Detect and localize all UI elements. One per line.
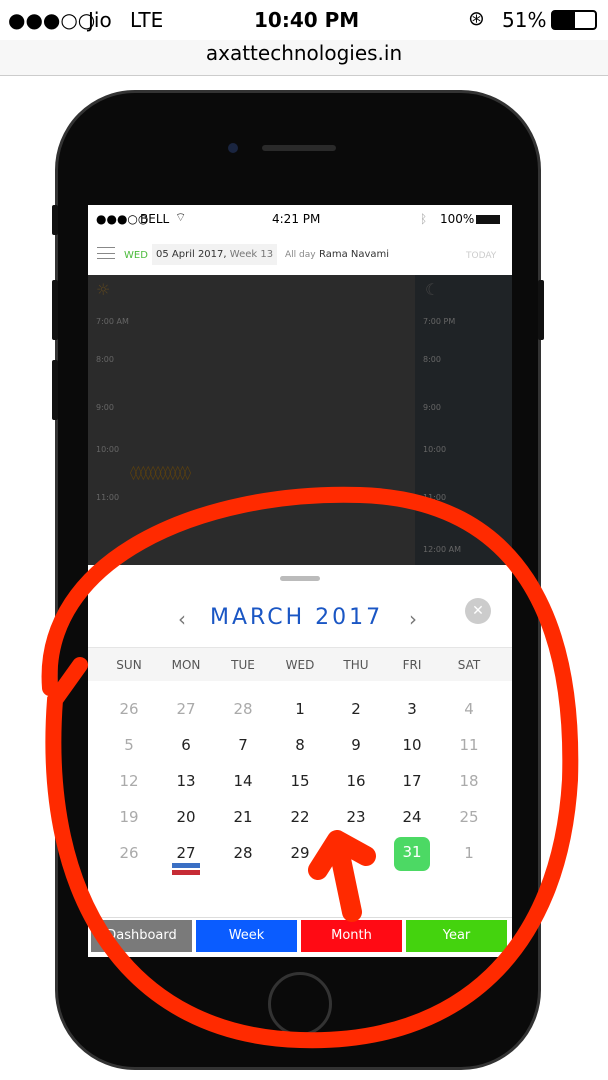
annotation-circle: [41, 486, 579, 1049]
hand-drawn-annotation: [41, 486, 579, 1049]
annotation-arrow: [308, 830, 376, 922]
